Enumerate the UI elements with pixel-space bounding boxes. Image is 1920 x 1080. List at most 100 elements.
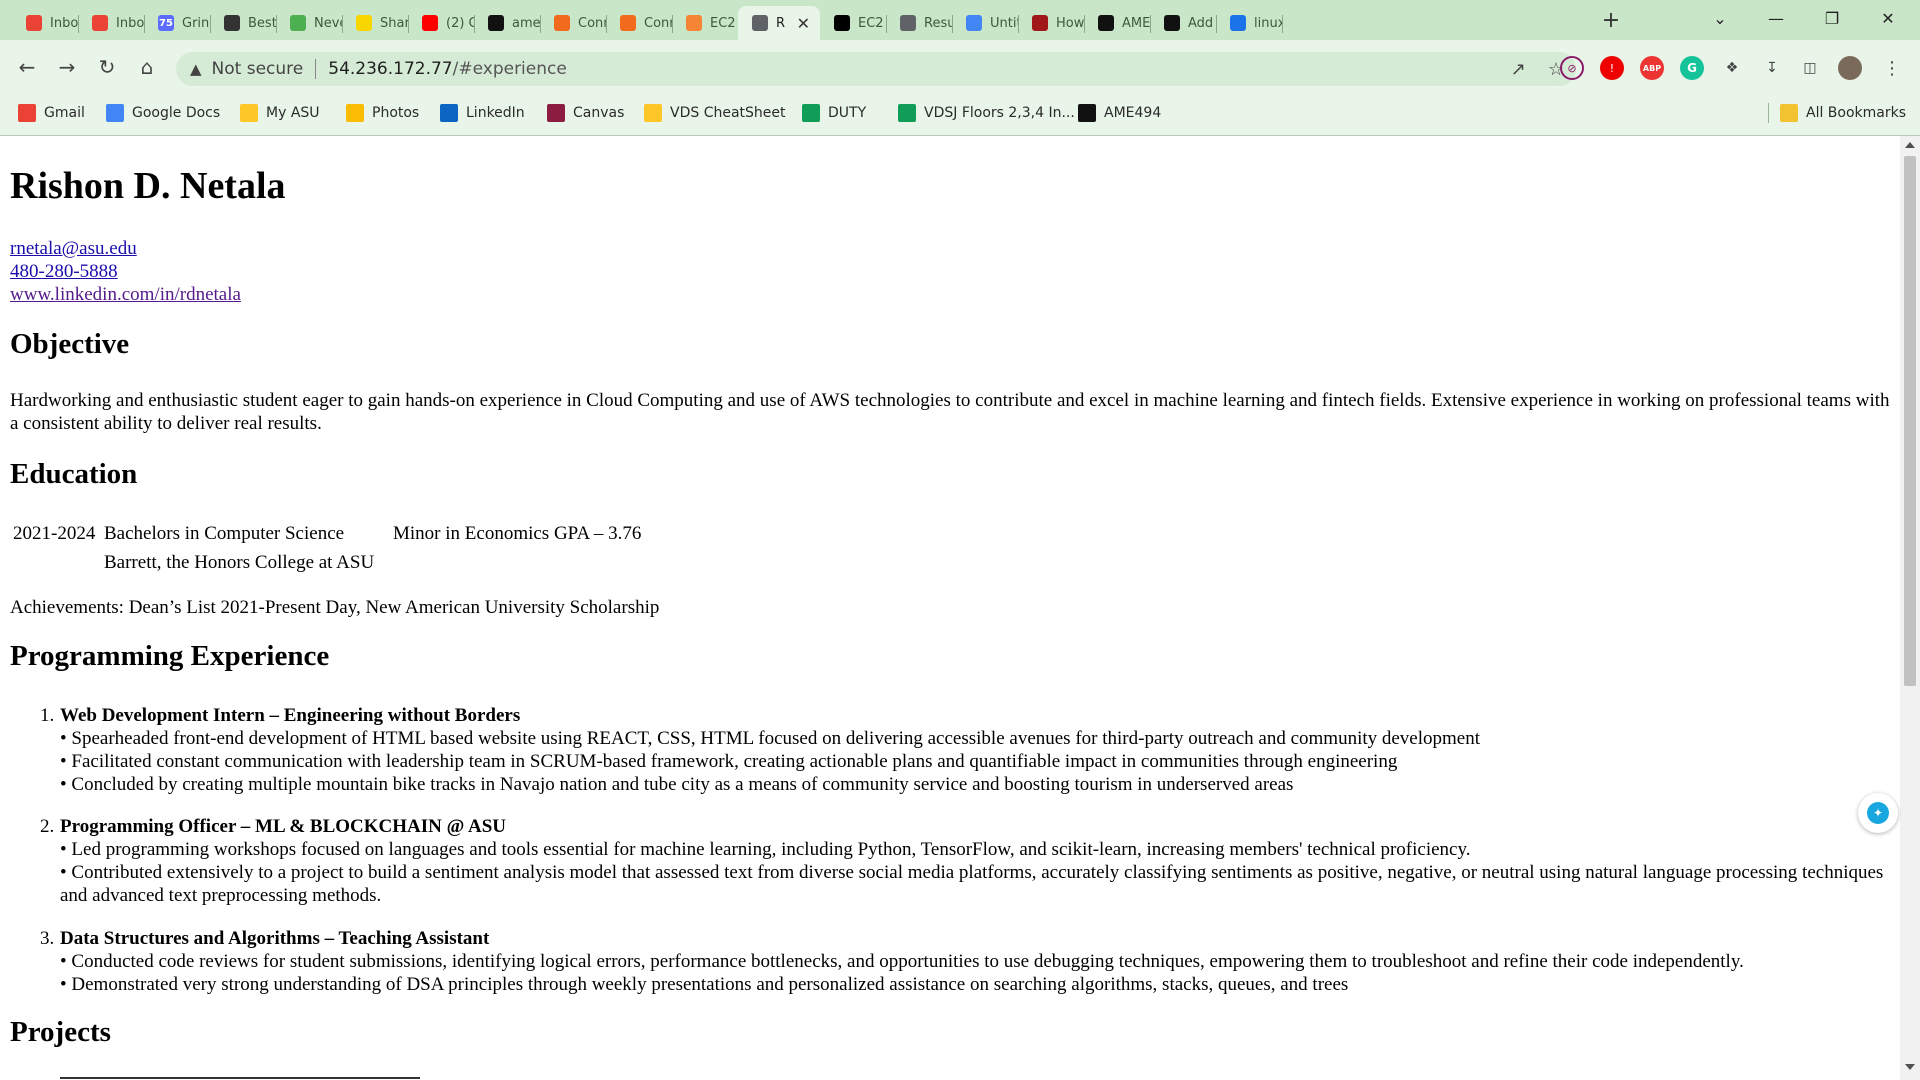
tab-title: Grinc — [182, 15, 210, 31]
asu-icon — [644, 104, 662, 122]
experience-title: Programming Officer – ML & BLOCKCHAIN @ … — [60, 816, 507, 837]
globe-icon — [900, 15, 916, 31]
minimize-button[interactable]: — — [1748, 0, 1804, 36]
forward-button[interactable]: → — [50, 50, 84, 84]
browser-tab[interactable]: Conr — [540, 6, 606, 40]
bookmark-item[interactable]: Photos — [346, 96, 419, 130]
browser-tab[interactable]: AME — [1084, 6, 1150, 40]
bookmark-item[interactable]: Canvas — [547, 96, 624, 130]
url-host[interactable]: 54.236.172.77 — [328, 59, 452, 79]
browser-tab[interactable]: EC2 I — [820, 6, 886, 40]
scrollbar-thumb[interactable] — [1904, 156, 1916, 686]
browser-tab[interactable]: Untit — [952, 6, 1018, 40]
tab-separator — [1282, 15, 1283, 33]
browser-tab[interactable]: (2) G — [408, 6, 474, 40]
menu-kebab-icon[interactable]: ⋮ — [1880, 56, 1904, 80]
horizontal-scroll-indicator — [0, 1076, 1900, 1080]
vertical-scrollbar[interactable] — [1900, 136, 1920, 1080]
tab-title: Conr — [578, 15, 606, 31]
objective-heading: Objective — [10, 328, 130, 360]
browser-tab[interactable]: ame — [474, 6, 540, 40]
bookmark-item[interactable]: My ASU — [240, 96, 320, 130]
browser-tab[interactable]: Neve — [276, 6, 342, 40]
all-bookmarks-button[interactable]: All Bookmarks — [1780, 96, 1906, 130]
bookmark-item[interactable]: VDS CheatSheet — [644, 96, 786, 130]
achievements-text: Achievements: Dean’s List 2021-Present D… — [10, 597, 660, 618]
tab-search-chevron-icon[interactable]: ⌄ — [1692, 0, 1748, 36]
browser-tab[interactable]: Inbo — [78, 6, 144, 40]
tab-title: linux — [1254, 15, 1282, 31]
asu-canvas-icon — [547, 104, 565, 122]
browser-tab[interactable]: 75 Grinc — [144, 6, 210, 40]
bookmark-label: VDSJ Floors 2,3,4 In... — [924, 105, 1075, 121]
browser-tab[interactable]: linux — [1216, 6, 1282, 40]
education-years: 2021-2024 — [13, 523, 96, 544]
browser-tab[interactable]: Add — [1150, 6, 1216, 40]
browser-tab[interactable]: R ✕ — [738, 6, 820, 40]
tab-title: Add — [1188, 15, 1214, 31]
bookmark-item[interactable]: Gmail — [18, 96, 85, 130]
profile-avatar[interactable] — [1838, 56, 1862, 80]
browser-tab[interactable]: EC2 I — [672, 6, 738, 40]
horizontal-scroll-thumb[interactable] — [60, 1077, 420, 1079]
browser-tab[interactable]: How — [1018, 6, 1084, 40]
address-bar[interactable]: ▲ Not secure 54.236.172.77 /#experience … — [176, 52, 1576, 86]
bookmark-item[interactable]: VDSJ Floors 2,3,4 In... — [898, 96, 1075, 130]
experience-number: 3. — [40, 928, 55, 949]
scroll-down-arrow[interactable] — [1905, 1064, 1915, 1070]
sheets-icon — [898, 104, 916, 122]
bookmark-item[interactable]: LinkedIn — [440, 96, 525, 130]
experience-item: 2. Programming Officer – ML & BLOCKCHAIN… — [40, 815, 1890, 907]
restore-button[interactable]: ❐ — [1804, 0, 1860, 36]
side-panel-icon[interactable]: ◫ — [1798, 56, 1822, 80]
close-tab-icon[interactable]: ✕ — [797, 14, 810, 33]
extension-block-icon[interactable]: ⊘ — [1560, 56, 1584, 80]
browser-tab[interactable]: Inbo — [12, 6, 78, 40]
tab-strip: Inbo Inbo 75 Grinc Best Neve Shar (2) G ame Conr C… — [0, 0, 1920, 40]
scroll-up-arrow[interactable] — [1905, 142, 1915, 148]
bookmark-item[interactable]: Google Docs — [106, 96, 220, 130]
experience-bullet: • Led programming workshops focused on l… — [60, 839, 1471, 860]
security-label[interactable]: Not secure — [212, 59, 304, 79]
experience-title: Data Structures and Algorithms – Teachin… — [60, 928, 490, 949]
c-icon — [224, 15, 240, 31]
photos-icon — [346, 104, 364, 122]
linkedin-link[interactable]: www.linkedin.com/in/rdnetala — [10, 283, 241, 306]
address-divider — [315, 59, 317, 79]
home-button[interactable]: ⌂ — [130, 50, 164, 84]
extensions-puzzle-icon[interactable]: ❖ — [1720, 56, 1744, 80]
education-minor: Minor in Economics GPA – 3.76 — [393, 523, 642, 544]
bookmark-item[interactable]: AME494 — [1078, 96, 1161, 130]
browser-tab[interactable]: Best — [210, 6, 276, 40]
browser-tab[interactable]: Resu — [886, 6, 952, 40]
bookmark-label: AME494 — [1104, 105, 1162, 121]
grammarly-icon[interactable]: G — [1680, 56, 1704, 80]
reload-button[interactable]: ↻ — [90, 50, 124, 84]
bookmark-item[interactable]: DUTY — [802, 96, 866, 130]
email-link[interactable]: rnetala@asu.edu — [10, 237, 241, 260]
sheets-icon — [802, 104, 820, 122]
gmail-icon — [92, 15, 108, 31]
browser-tab[interactable]: Conr — [606, 6, 672, 40]
contact-info: rnetala@asu.edu 480-280-5888 www.linkedi… — [10, 237, 241, 306]
share-icon[interactable]: ↗ — [1511, 59, 1526, 80]
tab-title: EC2 I — [710, 15, 738, 31]
close-window-button[interactable]: ✕ — [1860, 0, 1916, 36]
experience-number: 2. — [40, 816, 55, 837]
new-tab-button[interactable]: + — [1594, 6, 1628, 34]
bookmarks-bar: Gmail Google Docs My ASU Photos LinkedIn Canv… — [0, 96, 1920, 130]
warning-icon[interactable]: ▲ — [190, 60, 202, 78]
resume-page: Rishon D. Netala rnetala@asu.edu 480-280… — [0, 136, 1900, 1076]
phone-link[interactable]: 480-280-5888 — [10, 260, 241, 283]
extension-shield-icon[interactable]: ! — [1600, 56, 1624, 80]
bookmark-label: Canvas — [573, 105, 625, 121]
bookmark-label: DUTY — [828, 105, 867, 121]
browser-tab[interactable]: Shar — [342, 6, 408, 40]
tab-title: EC2 I — [858, 15, 886, 31]
back-button[interactable]: ← — [10, 50, 44, 84]
url-path[interactable]: /#experience — [453, 59, 567, 79]
docs-icon — [106, 104, 124, 122]
download-icon[interactable]: ↧ — [1760, 56, 1784, 80]
adblock-icon[interactable]: ABP — [1640, 56, 1664, 80]
floating-assistant-button[interactable]: ✦ — [1858, 793, 1898, 833]
